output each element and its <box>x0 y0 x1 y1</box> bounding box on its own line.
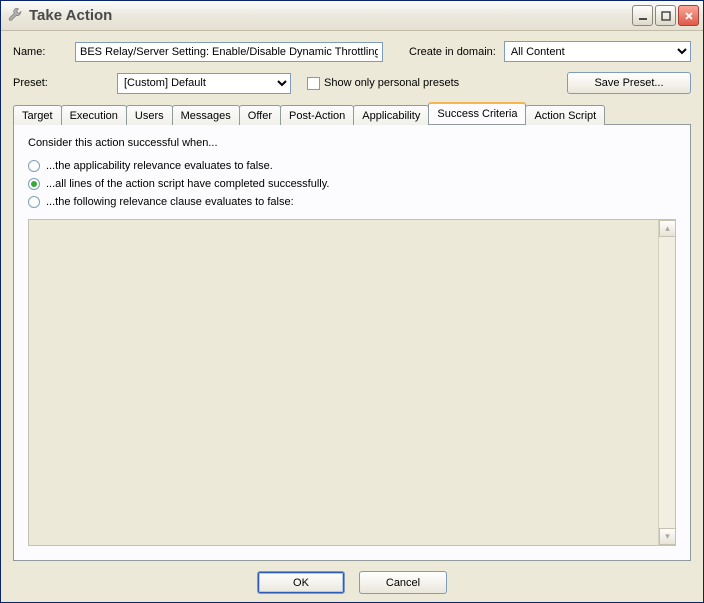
success-heading: Consider this action successful when... <box>28 137 676 149</box>
tab-label: Action Script <box>534 110 596 122</box>
wrench-icon <box>7 8 23 24</box>
tab-label: Messages <box>181 110 231 122</box>
radio-all-lines-completed[interactable]: ...all lines of the action script have c… <box>28 178 676 190</box>
preset-row: Preset: [Custom] Default Show only perso… <box>13 72 691 94</box>
save-preset-button[interactable]: Save Preset... <box>567 72 691 94</box>
domain-label: Create in domain: <box>409 46 496 58</box>
tab-success-criteria[interactable]: Success Criteria <box>428 102 526 124</box>
tab-execution[interactable]: Execution <box>61 105 127 125</box>
scrollbar[interactable]: ▴ ▾ <box>658 220 675 545</box>
tab-label: Execution <box>70 110 118 122</box>
close-button[interactable] <box>678 5 699 26</box>
domain-select[interactable]: All Content <box>504 41 691 62</box>
radio-icon <box>28 160 40 172</box>
dialog-content: Name: Create in domain: All Content Pres… <box>1 31 703 602</box>
minimize-button[interactable] <box>632 5 653 26</box>
tab-post-action[interactable]: Post-Action <box>280 105 354 125</box>
radio-label: ...all lines of the action script have c… <box>46 178 330 190</box>
tab-strip: Target Execution Users Messages Offer Po… <box>13 102 691 124</box>
titlebar: Take Action <box>1 1 703 31</box>
maximize-button[interactable] <box>655 5 676 26</box>
name-row: Name: Create in domain: All Content <box>13 41 691 62</box>
success-criteria-panel: Consider this action successful when... … <box>13 124 691 561</box>
tab-label: Post-Action <box>289 110 345 122</box>
tab-label: Applicability <box>362 110 420 122</box>
tab-target[interactable]: Target <box>13 105 62 125</box>
preset-select[interactable]: [Custom] Default <box>117 73 291 94</box>
show-personal-label: Show only personal presets <box>324 77 459 89</box>
relevance-textarea[interactable]: ▴ ▾ <box>28 219 676 546</box>
radio-label: ...the following relevance clause evalua… <box>46 196 294 208</box>
tab-messages[interactable]: Messages <box>172 105 240 125</box>
tab-label: Offer <box>248 110 272 122</box>
radio-applicability-false[interactable]: ...the applicability relevance evaluates… <box>28 160 676 172</box>
radio-icon <box>28 196 40 208</box>
name-label: Name: <box>13 46 75 58</box>
window-buttons <box>632 5 699 26</box>
tab-label: Users <box>135 110 164 122</box>
tab-users[interactable]: Users <box>126 105 173 125</box>
show-personal-presets-checkbox[interactable]: Show only personal presets <box>307 77 459 90</box>
tab-offer[interactable]: Offer <box>239 105 281 125</box>
checkbox-icon <box>307 77 320 90</box>
tab-applicability[interactable]: Applicability <box>353 105 429 125</box>
radio-icon <box>28 178 40 190</box>
dialog-footer: OK Cancel <box>13 561 691 596</box>
tab-label: Success Criteria <box>437 108 517 120</box>
radio-label: ...the applicability relevance evaluates… <box>46 160 273 172</box>
window-title: Take Action <box>29 7 632 24</box>
tab-label: Target <box>22 110 53 122</box>
scroll-down-icon[interactable]: ▾ <box>659 528 676 545</box>
ok-button[interactable]: OK <box>257 571 345 594</box>
tab-action-script[interactable]: Action Script <box>525 105 605 125</box>
textarea-content <box>29 220 658 545</box>
name-field[interactable] <box>75 42 383 62</box>
scroll-up-icon[interactable]: ▴ <box>659 220 676 237</box>
take-action-dialog: Take Action Name: Create in domain: All … <box>0 0 704 603</box>
preset-label: Preset: <box>13 77 117 89</box>
cancel-button[interactable]: Cancel <box>359 571 447 594</box>
radio-relevance-clause-false[interactable]: ...the following relevance clause evalua… <box>28 196 676 208</box>
